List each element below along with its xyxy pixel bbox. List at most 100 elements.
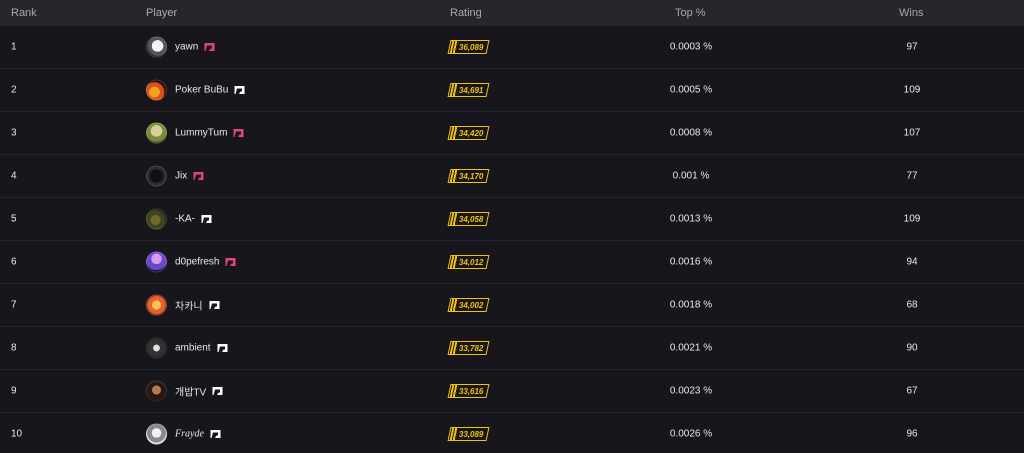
player-name[interactable]: Poker BuBu xyxy=(175,85,228,96)
player-name[interactable]: -KA- xyxy=(175,214,195,225)
column-header-rank[interactable]: Rank xyxy=(11,7,37,19)
rating-value: 34,058 xyxy=(459,214,484,224)
top-percent-cell: 0.0023 % xyxy=(669,385,713,397)
player-avatar[interactable] xyxy=(146,380,167,402)
rating-cell: 34,012 xyxy=(447,255,490,269)
rating-value: 33,616 xyxy=(459,386,484,396)
rank-cell: 3 xyxy=(11,127,17,139)
rank-cell: 4 xyxy=(11,170,17,182)
player-avatar[interactable] xyxy=(146,165,167,187)
table-row[interactable]: 4 Jix 34,170 0.001 % 77 xyxy=(0,155,1024,198)
rank-cell: 5 xyxy=(11,213,17,225)
table-row[interactable]: 1 yawn 36,089 0.0003 % 97 xyxy=(0,26,1024,69)
top-percent-cell: 0.0026 % xyxy=(669,428,713,440)
player-avatar[interactable] xyxy=(146,251,167,273)
rating-value: 36,089 xyxy=(459,42,484,52)
rank-cell: 10 xyxy=(11,428,23,440)
player-avatar[interactable] xyxy=(146,208,167,230)
player-name[interactable]: d0pefresh xyxy=(175,257,219,268)
rating-stripes-icon xyxy=(449,212,459,226)
player-cell[interactable]: -KA- xyxy=(146,208,212,230)
rating-stripes-icon xyxy=(449,126,459,140)
player-avatar[interactable] xyxy=(146,423,167,445)
player-cell[interactable]: LummyTum xyxy=(146,122,244,144)
player-cell[interactable]: 개밥TV xyxy=(146,380,223,402)
player-name[interactable]: Frayde xyxy=(175,429,204,440)
rating-badge: 34,012 xyxy=(447,255,490,269)
wins-cell: 90 xyxy=(906,342,918,354)
rank-badge-icon xyxy=(233,129,244,138)
player-name[interactable]: ambient xyxy=(175,343,211,354)
rating-value: 34,170 xyxy=(459,171,484,181)
rank-badge-icon xyxy=(217,344,228,353)
wins-cell: 68 xyxy=(906,299,918,311)
table-row[interactable]: 9 개밥TV 33,616 0.0023 % 67 xyxy=(0,370,1024,413)
rank-badge-icon xyxy=(234,86,245,95)
wins-cell: 96 xyxy=(906,428,918,440)
player-avatar[interactable] xyxy=(146,79,167,101)
player-name[interactable]: 개밥TV xyxy=(175,384,206,399)
table-row[interactable]: 2 Poker BuBu 34,691 0.0005 % 109 xyxy=(0,69,1024,112)
rating-value: 34,002 xyxy=(459,300,484,310)
player-name[interactable]: 차카니 xyxy=(175,298,203,313)
table-row[interactable]: 3 LummyTum 34,420 0.0008 % 107 xyxy=(0,112,1024,155)
rating-stripes-icon xyxy=(449,427,459,441)
rating-value: 34,691 xyxy=(459,85,484,95)
rating-badge: 34,058 xyxy=(447,212,490,226)
player-name[interactable]: Jix xyxy=(175,171,187,182)
table-row[interactable]: 7 차카니 34,002 0.0018 % 68 xyxy=(0,284,1024,327)
table-body: 1 yawn 36,089 0.0003 % 97 2 Poker BuBu 3… xyxy=(0,26,1024,453)
rating-cell: 33,782 xyxy=(447,341,490,355)
player-cell[interactable]: Poker BuBu xyxy=(146,79,245,101)
rank-badge-icon xyxy=(225,258,236,267)
top-percent-cell: 0.0013 % xyxy=(669,213,713,225)
rating-cell: 33,616 xyxy=(447,384,490,398)
rank-cell: 1 xyxy=(11,41,17,53)
player-cell[interactable]: d0pefresh xyxy=(146,251,236,273)
player-avatar[interactable] xyxy=(146,36,167,58)
rating-stripes-icon xyxy=(449,341,459,355)
rating-cell: 33,089 xyxy=(447,427,490,441)
player-cell[interactable]: Jix xyxy=(146,165,204,187)
wins-cell: 94 xyxy=(906,256,918,268)
player-cell[interactable]: 차카니 xyxy=(146,294,220,316)
player-cell[interactable]: Frayde xyxy=(146,423,221,445)
top-percent-cell: 0.0003 % xyxy=(669,41,713,53)
table-row[interactable]: 8 ambient 33,782 0.0021 % 90 xyxy=(0,327,1024,370)
rating-value: 34,012 xyxy=(459,257,484,267)
rating-badge: 34,420 xyxy=(447,126,490,140)
table-row[interactable]: 10 Frayde 33,089 0.0026 % 96 xyxy=(0,413,1024,453)
wins-cell: 67 xyxy=(906,385,918,397)
top-percent-cell: 0.001 % xyxy=(672,170,710,182)
player-name[interactable]: yawn xyxy=(175,42,198,53)
rating-value: 33,782 xyxy=(459,343,484,353)
column-header-player[interactable]: Player xyxy=(146,7,177,19)
column-header-rating[interactable]: Rating xyxy=(450,7,482,19)
top-percent-cell: 0.0018 % xyxy=(669,299,713,311)
rating-badge: 36,089 xyxy=(447,40,490,54)
player-name[interactable]: LummyTum xyxy=(175,128,227,139)
wins-cell: 107 xyxy=(903,127,921,139)
player-avatar[interactable] xyxy=(146,294,167,316)
rating-badge: 34,170 xyxy=(447,169,490,183)
rating-stripes-icon xyxy=(449,384,459,398)
player-avatar[interactable] xyxy=(146,337,167,359)
table-row[interactable]: 6 d0pefresh 34,012 0.0016 % 94 xyxy=(0,241,1024,284)
rating-stripes-icon xyxy=(449,298,459,312)
table-row[interactable]: 5 -KA- 34,058 0.0013 % 109 xyxy=(0,198,1024,241)
rank-cell: 7 xyxy=(11,299,17,311)
column-header-wins[interactable]: Wins xyxy=(899,7,923,19)
rating-value: 33,089 xyxy=(459,429,484,439)
rank-badge-icon xyxy=(204,43,215,52)
rank-badge-icon xyxy=(212,387,223,396)
column-header-top[interactable]: Top % xyxy=(675,7,706,19)
player-cell[interactable]: yawn xyxy=(146,36,215,58)
top-percent-cell: 0.0016 % xyxy=(669,256,713,268)
player-cell[interactable]: ambient xyxy=(146,337,228,359)
player-avatar[interactable] xyxy=(146,122,167,144)
rating-stripes-icon xyxy=(449,255,459,269)
rating-stripes-icon xyxy=(449,169,459,183)
wins-cell: 77 xyxy=(906,170,918,182)
table-header: Rank Player Rating Top % Wins xyxy=(0,0,1024,26)
rating-cell: 34,002 xyxy=(447,298,490,312)
